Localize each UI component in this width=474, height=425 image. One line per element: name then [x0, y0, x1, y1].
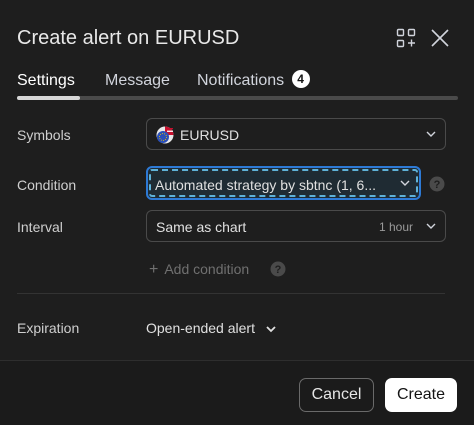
interval-select[interactable]: Same as chart 1 hour [146, 210, 446, 242]
section-divider [17, 293, 445, 294]
symbols-select[interactable]: EURUSD [146, 118, 446, 150]
symbols-label: Symbols [17, 127, 71, 143]
condition-value: Automated strategy by sbtnc (1, 6... [155, 177, 376, 193]
tab-message[interactable]: Message [105, 72, 170, 90]
notifications-count-badge: 4 [291, 70, 310, 88]
dialog-title: Create alert on EURUSD [17, 27, 240, 49]
interval-label: Interval [17, 219, 63, 235]
chevron-down-icon [266, 326, 276, 333]
eu-us-flag-icon [156, 126, 174, 144]
expiration-value: Open-ended alert [146, 320, 255, 336]
close-icon[interactable] [428, 26, 452, 50]
add-condition-label: Add condition [164, 261, 250, 277]
svg-text:?: ? [275, 264, 282, 276]
add-condition-button[interactable]: + Add condition [149, 261, 249, 279]
create-button[interactable]: Create [385, 378, 457, 412]
chevron-down-icon [426, 223, 436, 229]
tab-bar: Settings Message Notifications 4 [17, 68, 458, 102]
expiration-dropdown[interactable]: Open-ended alert [146, 320, 277, 336]
active-tab-indicator [17, 96, 80, 100]
dialog-header: Create alert on EURUSD [17, 24, 458, 52]
tab-notifications[interactable]: Notifications 4 [197, 70, 310, 90]
expiration-label: Expiration [17, 320, 80, 336]
help-icon[interactable]: ? [270, 261, 286, 277]
symbols-value: EURUSD [180, 127, 240, 143]
condition-label: Condition [17, 177, 77, 193]
tab-notifications-label: Notifications [197, 72, 285, 89]
tab-settings[interactable]: Settings [17, 72, 75, 90]
svg-text:?: ? [434, 179, 441, 191]
widgets-icon[interactable] [394, 26, 418, 50]
cancel-button[interactable]: Cancel [299, 378, 374, 412]
chevron-down-icon [400, 180, 410, 186]
plus-icon: + [149, 261, 159, 278]
tab-track [17, 96, 458, 100]
chevron-down-icon [426, 131, 436, 137]
interval-hint: 1 hour [378, 220, 413, 234]
help-icon[interactable]: ? [429, 176, 445, 192]
interval-value: Same as chart [156, 219, 247, 235]
dialog-footer: Cancel Create [0, 360, 474, 425]
condition-select[interactable]: Automated strategy by sbtnc (1, 6... [146, 166, 421, 200]
create-alert-dialog: Create alert on EURUSD Settings Message … [0, 0, 474, 425]
